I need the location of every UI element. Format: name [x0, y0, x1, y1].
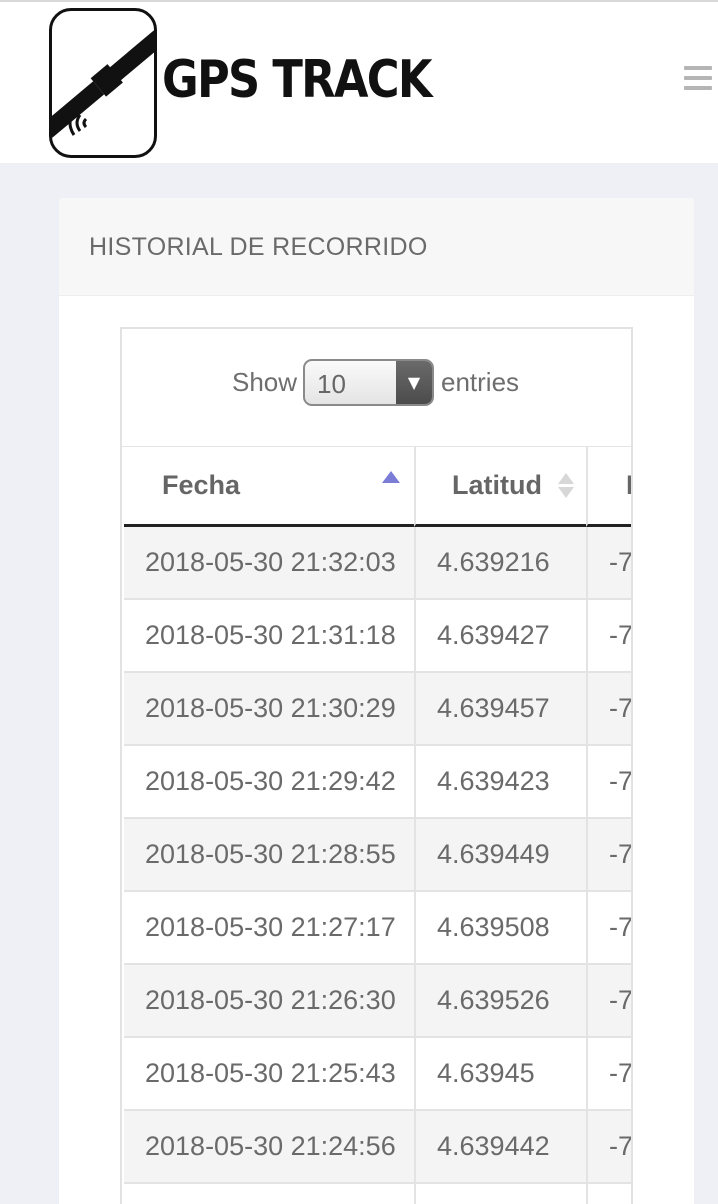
cell-latitud: 4.639427 [414, 600, 586, 673]
hamburger-menu-icon[interactable] [684, 66, 716, 96]
cell-latitud: 4.639449 [414, 819, 586, 892]
cell-latitud: 4.639442 [414, 1111, 586, 1184]
table-row: 2018-05-30 21:25:43 4.63945 -7 [124, 1038, 631, 1111]
entries-label: entries [441, 367, 520, 397]
cell-latitud: 4.639457 [414, 673, 586, 746]
cell-longitud [586, 1184, 631, 1204]
datatable-container: Show 10 ▼ entries Fecha Latitud 2018-05-… [120, 327, 633, 1204]
cell-fecha: 2018-05-30 21:31:18 [124, 600, 414, 673]
cell-latitud: 4.63945 [414, 1038, 586, 1111]
satellite-icon[interactable] [49, 8, 157, 158]
column-header-fecha[interactable]: Fecha [124, 447, 414, 527]
table-row: 2018-05-30 21:32:03 4.639216 -7 [124, 527, 631, 600]
cell-latitud: 4.639526 [414, 965, 586, 1038]
cell-longitud: -7 [586, 746, 631, 819]
cell-fecha: 2018-05-30 21:26:30 [124, 965, 414, 1038]
app-title: GPS TRACK [162, 50, 433, 110]
table-row: 2018-05-30 21:28:55 4.639449 -7 [124, 819, 631, 892]
cell-fecha: 2018-05-30 21:25:43 [124, 1038, 414, 1111]
route-history-panel: HISTORIAL DE RECORRIDO Show 10 ▼ entries… [59, 198, 694, 1204]
menu-bar [684, 66, 712, 70]
table-row: 2018-05-30 21:30:29 4.639457 -7 [124, 673, 631, 746]
cell-longitud: -7 [586, 965, 631, 1038]
sort-ascending-icon [382, 471, 400, 483]
cell-latitud: 4.639508 [414, 892, 586, 965]
table-length-control: Show 10 ▼ entries [122, 329, 631, 447]
menu-bar [684, 76, 712, 80]
cell-longitud: -7 [586, 527, 631, 600]
cell-longitud: -7 [586, 673, 631, 746]
cell-fecha: 2018-05-30 21:27:17 [124, 892, 414, 965]
column-header-label: Latitud [452, 470, 542, 500]
cell-longitud: -7 [586, 1038, 631, 1111]
cell-fecha: 2018-05-30 21:32:03 [124, 527, 414, 600]
page-length-select[interactable]: 10 ▼ [303, 359, 434, 406]
column-header-label: L [626, 470, 631, 500]
table-row: 2018-05-30 21:31:18 4.639427 -7 [124, 600, 631, 673]
cell-latitud [414, 1184, 586, 1204]
top-navbar: GPS TRACK [0, 0, 718, 163]
sort-both-icon [558, 473, 574, 501]
table-row: 2018-05-30 21:24:56 4.639442 -7 [124, 1111, 631, 1184]
table-row: 2018-05-30 21:27:17 4.639508 -7 [124, 892, 631, 965]
menu-bar [684, 86, 712, 90]
cell-fecha: 2018-05-30 21:28:55 [124, 819, 414, 892]
chevron-down-icon: ▼ [396, 361, 432, 404]
cell-latitud: 4.639216 [414, 527, 586, 600]
cell-longitud: -7 [586, 892, 631, 965]
table-row: 2018-05-30 21:26:30 4.639526 -7 [124, 965, 631, 1038]
cell-fecha: 2018-05-30 21:30:29 [124, 673, 414, 746]
cell-fecha: 2018-05-30 21:24:56 [124, 1111, 414, 1184]
column-header-latitud[interactable]: Latitud [414, 447, 586, 527]
cell-longitud: -7 [586, 600, 631, 673]
cell-fecha: 2018-05-30 21:29:42 [124, 746, 414, 819]
cell-latitud: 4.639423 [414, 746, 586, 819]
page-length-value: 10 [317, 369, 346, 399]
history-table: Fecha Latitud L 2018-05-30 21:32:03 4.63… [124, 447, 631, 1204]
table-row [124, 1184, 631, 1204]
cell-fecha [124, 1184, 414, 1204]
column-header-label: Fecha [162, 470, 241, 500]
show-label: Show [232, 367, 298, 397]
table-header-row: Fecha Latitud L [124, 447, 631, 527]
cell-longitud: -7 [586, 1111, 631, 1184]
panel-title: HISTORIAL DE RECORRIDO [89, 233, 428, 261]
cell-longitud: -7 [586, 819, 631, 892]
table-row: 2018-05-30 21:29:42 4.639423 -7 [124, 746, 631, 819]
column-header-longitud[interactable]: L [586, 447, 631, 527]
